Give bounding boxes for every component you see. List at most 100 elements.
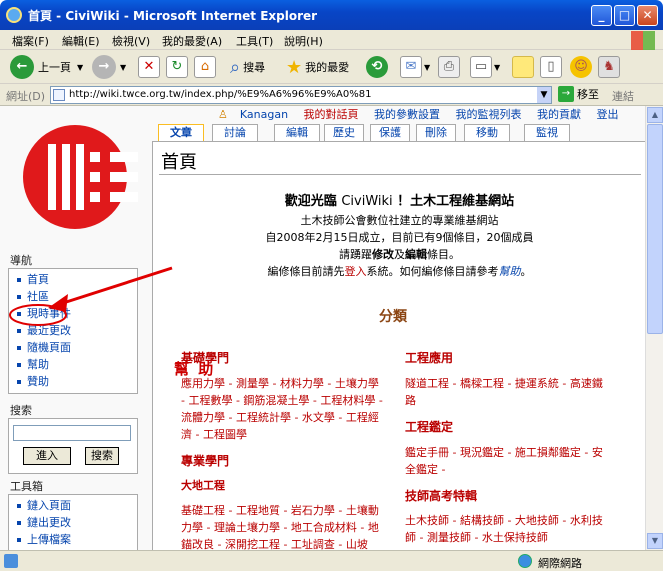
nav-item-home[interactable]: 首頁	[17, 271, 137, 288]
cat-body-exam[interactable]: 土木技師 - 結構技師 - 大地技師 - 水利技師 - 測量技師 - 水土保持技…	[405, 512, 610, 546]
tool-whatlinkshere[interactable]: 鏈入頁面	[17, 497, 137, 514]
scroll-up-icon[interactable]: ▲	[647, 107, 663, 123]
note-icon[interactable]	[512, 56, 534, 78]
close-button[interactable]: ✕	[637, 5, 658, 26]
go-arrow-icon: →	[558, 86, 574, 102]
search-icon: ⌕	[230, 56, 241, 78]
tab-protect[interactable]: 保護	[370, 124, 410, 141]
tab-edit[interactable]: 編輯	[274, 124, 320, 141]
menu-bar: 檔案(F) 編輯(E) 檢視(V) 我的最愛(A) 工具(T) 說明(H)	[0, 30, 663, 50]
menu-file[interactable]: 檔案(F)	[12, 33, 49, 49]
user-link[interactable]: Kanagan	[240, 108, 288, 121]
tool-upload[interactable]: 上傳檔案	[17, 531, 137, 548]
forward-button[interactable]: → ▼	[92, 54, 126, 80]
nav-item-community[interactable]: 社區	[17, 288, 137, 305]
maximize-button[interactable]: □	[614, 5, 635, 26]
mail-icon[interactable]: ✉	[400, 56, 422, 78]
vertical-scrollbar[interactable]: ▲ ▼	[645, 106, 663, 550]
civiwiki-logo	[23, 125, 138, 229]
nav-item-help[interactable]: 幫助	[17, 356, 137, 373]
tools-portlet: 鏈入頁面 鏈出更改 上傳檔案	[8, 494, 138, 550]
favorites-button[interactable]: ★ 我的最愛	[286, 54, 349, 80]
tab-discussion[interactable]: 討論	[212, 124, 258, 141]
favorites-label: 我的最愛	[305, 61, 350, 74]
logout-link[interactable]: 登出	[597, 108, 619, 121]
menu-view[interactable]: 檢視(V)	[112, 33, 150, 49]
tab-history[interactable]: 歷史	[324, 124, 364, 141]
page-icon	[53, 89, 65, 101]
menu-edit[interactable]: 編輯(E)	[62, 33, 100, 49]
tab-article[interactable]: 文章	[158, 124, 204, 142]
tool-related-changes[interactable]: 鏈出更改	[17, 514, 137, 531]
back-dropdown-icon[interactable]: ▼	[77, 63, 83, 72]
tab-delete[interactable]: 刪除	[416, 124, 456, 141]
nav-heading: 導航	[10, 254, 32, 267]
go-label: 移至	[577, 88, 599, 101]
nav-item-recent-changes[interactable]: 最近更改	[17, 322, 137, 339]
prefs-link[interactable]: 我的參數設置	[374, 108, 440, 121]
scroll-thumb[interactable]	[647, 124, 663, 334]
nav-item-random[interactable]: 隨機頁面	[17, 339, 137, 356]
cat-body-applications[interactable]: 隧道工程 - 橋樑工程 - 捷運系統 - 高速鐵路	[405, 375, 610, 409]
edit-icon[interactable]: ▭	[470, 56, 492, 78]
title-divider	[159, 174, 641, 175]
menu-tools[interactable]: 工具(T)	[236, 33, 273, 49]
cat-title-professional[interactable]: 專業學門	[181, 452, 229, 469]
search-search-button[interactable]: 搜索	[85, 447, 119, 465]
login-link[interactable]: 登入	[345, 265, 367, 278]
refresh-icon[interactable]: ↻	[166, 56, 188, 78]
minimize-button[interactable]: _	[591, 5, 612, 26]
menu-favorites[interactable]: 我的最愛(A)	[162, 33, 222, 49]
toolbar: ← 上一頁 ▼ → ▼ ✕ ↻ ⌂ ⌕ 搜尋 ★ 我的最愛 ⟲ ✉ ▼ ⎙ ▭ ▼ …	[0, 50, 663, 84]
history-icon[interactable]: ⟲	[366, 56, 388, 78]
go-button[interactable]: → 移至	[558, 86, 599, 102]
nav-item-sponsor[interactable]: 贊助	[17, 373, 137, 390]
page-content: ♙ Kanagan 我的對話頁 我的參數設置 我的監視列表 我的貢獻 登出 文章 …	[0, 106, 645, 550]
tab-move[interactable]: 移動	[464, 124, 510, 141]
messenger-icon[interactable]: ▯	[540, 56, 562, 78]
cat-body-basic[interactable]: 應用力學 - 測量學 - 材料力學 - 土壤力學 - 工程數學 - 鋼筋混凝土學…	[181, 375, 386, 443]
watchlist-link[interactable]: 我的監視列表	[456, 108, 522, 121]
welcome-heading: 歡迎光臨 CiviWiki ！土木工程維基網站	[284, 194, 515, 209]
address-dropdown-icon[interactable]: ▼	[537, 87, 551, 103]
contributions-link[interactable]: 我的貢獻	[537, 108, 581, 121]
print-icon[interactable]: ⎙	[438, 56, 460, 78]
intro-line-1: 土木技師公會數位社建立的專業維基網站	[300, 214, 499, 227]
search-input[interactable]	[13, 425, 131, 441]
menu-help[interactable]: 說明(H)	[284, 33, 323, 49]
cat-title-applications[interactable]: 工程應用	[405, 349, 453, 366]
address-label: 網址(D)	[6, 90, 46, 103]
intro-line-2: 自2008年2月15日成立，目前已有9個條目，20個成員	[265, 231, 534, 244]
windows-logo-icon	[631, 31, 655, 50]
forward-dropdown-icon[interactable]: ▼	[120, 63, 126, 72]
tab-watch[interactable]: 監視	[524, 124, 570, 141]
edit-dropdown-icon[interactable]: ▼	[494, 63, 500, 72]
cat-title-appraisal[interactable]: 工程鑑定	[405, 418, 453, 435]
cat-title-exam[interactable]: 技師高考特輯	[405, 487, 477, 504]
tools-heading: 工具箱	[10, 480, 43, 493]
research-icon[interactable]: ♞	[598, 56, 620, 78]
search-heading: 搜索	[10, 404, 32, 417]
star-icon: ★	[286, 56, 303, 78]
nav-item-current-events[interactable]: 現時事件	[17, 305, 137, 322]
home-icon[interactable]: ⌂	[194, 56, 216, 78]
back-label: 上一頁	[38, 61, 71, 74]
mail-dropdown-icon[interactable]: ▼	[424, 63, 430, 72]
cat-body-appraisal[interactable]: 鑑定手冊 - 現況鑑定 - 施工損鄰鑑定 - 安全鑑定 -	[405, 444, 610, 478]
back-button[interactable]: ← 上一頁 ▼	[10, 54, 83, 80]
stop-icon[interactable]: ✕	[138, 56, 160, 78]
forward-arrow-icon: →	[92, 55, 116, 79]
search-label: 搜尋	[243, 61, 266, 74]
categories-heading: 分類	[379, 309, 407, 325]
scroll-down-icon[interactable]: ▼	[647, 533, 663, 549]
smiley-icon[interactable]: ☺	[570, 56, 592, 78]
search-go-button[interactable]: 進入	[23, 447, 71, 465]
links-button[interactable]: 連結	[612, 88, 634, 104]
help-link[interactable]: 幫助	[499, 265, 521, 278]
user-icon: ♙	[218, 108, 228, 121]
cat-body-geotech[interactable]: 基礎工程 - 工程地質 - 岩石力學 - 土壤動力學 - 理論土壤力學 - 地工…	[181, 502, 386, 550]
cat-title-geotech[interactable]: 大地工程	[181, 477, 225, 493]
search-button[interactable]: ⌕ 搜尋	[230, 54, 265, 80]
address-input[interactable]: http://wiki.twce.org.tw/index.php/%E9%A6…	[50, 86, 552, 104]
talk-link[interactable]: 我的對話頁	[304, 108, 359, 121]
